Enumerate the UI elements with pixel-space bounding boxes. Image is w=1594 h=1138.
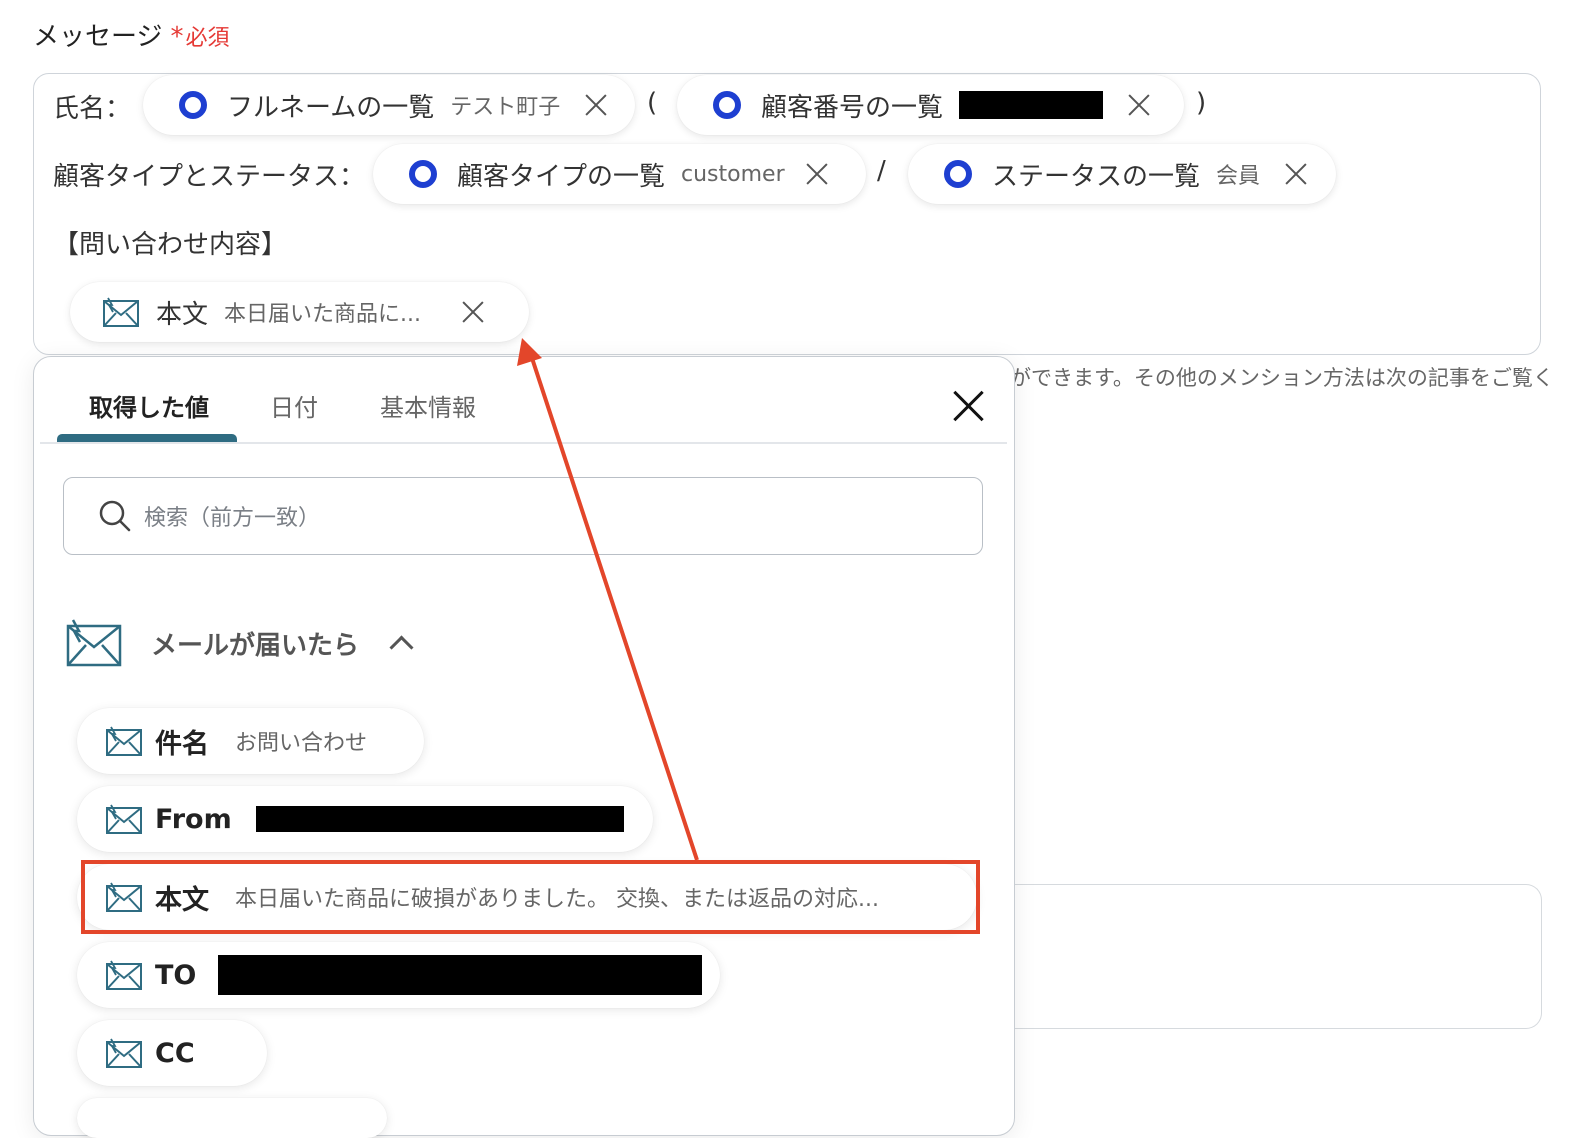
line2-prefix: 顧客タイプとステータス： [53,162,366,192]
line1-prefix: 氏名： [53,94,132,124]
remove-token-icon[interactable] [805,162,829,186]
remove-token-icon[interactable] [1127,93,1151,117]
token-customer-number[interactable]: 顧客番号の一覧 [677,75,1184,135]
required-star: * [170,22,184,52]
value-item-cc[interactable]: CC [77,1020,267,1086]
search-input[interactable]: 検索（前方一致） [63,477,983,555]
value-item-from[interactable]: From [77,786,653,852]
ring-icon [179,91,207,119]
token-value: customer [681,161,785,187]
mail-icon [66,619,122,667]
search-icon [99,500,131,532]
chevron-up-icon [389,634,414,660]
tab-divider [40,442,1007,444]
item-label: From [155,803,232,835]
token-label: ステータスの一覧 [992,161,1201,192]
helper-text: ができます。その他のメンション方法は次の記事をご覧く [1010,366,1554,390]
redacted-value [255,806,624,832]
token-value: 会員 [1216,164,1261,189]
item-label: 件名 [155,728,209,760]
close-popup-button[interactable] [952,390,984,422]
active-tab-indicator [57,434,237,442]
value-item-next[interactable] [77,1098,387,1138]
token-fullname[interactable]: フルネームの一覧 テスト町子 [143,75,635,135]
line3-text: 【問い合わせ内容】 [53,230,288,260]
token-value: 本日届いた商品に... [224,302,421,327]
mail-icon [106,960,142,990]
remove-token-icon[interactable] [461,300,485,324]
paren-open: ( [647,88,658,118]
remove-token-icon[interactable] [1284,162,1308,186]
annotation-highlight-box [81,860,980,934]
tab-basic-info[interactable]: 基本情報 [380,388,476,423]
value-item-subject[interactable]: 件名 お問い合わせ [77,708,424,774]
tab-date[interactable]: 日付 [270,388,318,423]
token-body[interactable]: 本文 本日届いた商品に... [70,282,529,342]
token-status[interactable]: ステータスの一覧 会員 [908,144,1336,204]
item-label: TO [155,959,197,991]
ring-icon [713,91,741,119]
mail-icon [106,804,142,834]
remove-token-icon[interactable] [584,93,608,117]
mail-icon [106,726,142,756]
close-icon [952,390,984,422]
tab-acquired-values[interactable]: 取得した値 [89,388,209,423]
item-value: お問い合わせ [235,731,368,756]
token-label: 顧客番号の一覧 [761,92,944,123]
background-input-box [1000,884,1542,1029]
mail-icon [106,1038,142,1068]
section-title: メールが届いたら [151,630,360,661]
paren-close: ) [1196,88,1207,118]
required-text: 必須 [185,26,230,51]
token-label: 顧客タイプの一覧 [457,161,666,192]
token-value: テスト町子 [450,95,561,120]
message-field-label: メッセージ *必須 [33,16,230,53]
token-customer-type[interactable]: 顧客タイプの一覧 customer [373,144,866,204]
token-label: 本文 [156,299,209,330]
ring-icon [409,160,437,188]
slash: / [877,156,886,186]
redacted-value [959,91,1104,119]
token-label: フルネームの一覧 [227,92,435,123]
item-label: CC [155,1037,195,1069]
mail-icon [103,297,139,327]
value-item-to[interactable]: TO [77,942,720,1008]
search-placeholder: 検索（前方一致） [144,506,321,531]
ring-icon [944,160,972,188]
section-header-mail-received[interactable]: メールが届いたら [65,618,414,668]
field-label-text: メッセージ [33,22,163,52]
redacted-value [218,955,703,995]
